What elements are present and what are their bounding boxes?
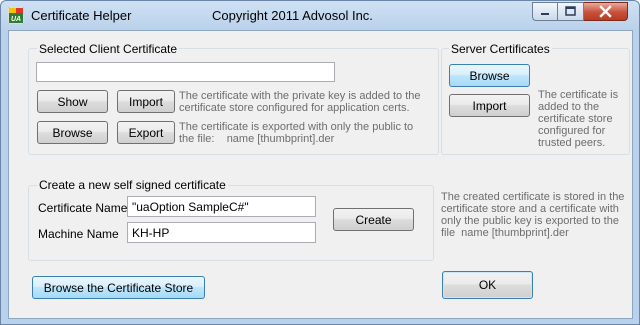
title-bar[interactable]: UA Certificate Helper Copyright 2011 Adv… bbox=[1, 1, 639, 31]
client-certificate-path-field[interactable] bbox=[36, 62, 335, 82]
create-certificate-group-title: Create a new self signed certificate bbox=[37, 178, 228, 192]
browse-certificate-store-button[interactable]: Browse the Certificate Store bbox=[32, 276, 205, 299]
ok-button[interactable]: OK bbox=[442, 271, 533, 299]
copyright-text: Copyright 2011 Advosol Inc. bbox=[212, 8, 373, 23]
machine-name-field[interactable] bbox=[127, 222, 316, 243]
minimize-icon bbox=[541, 13, 549, 15]
maximize-icon bbox=[565, 6, 576, 16]
client-browse-button[interactable]: Browse bbox=[37, 121, 108, 144]
server-browse-button[interactable]: Browse bbox=[449, 64, 530, 87]
client-import-button[interactable]: Import bbox=[117, 90, 175, 113]
machine-name-label: Machine Name bbox=[38, 227, 119, 241]
close-button[interactable] bbox=[584, 2, 628, 21]
maximize-button[interactable] bbox=[558, 2, 584, 21]
certificate-name-label: Certificate Name bbox=[38, 201, 128, 215]
certificate-name-field[interactable] bbox=[127, 196, 316, 217]
client-import-description: The certificate with the private key is … bbox=[179, 90, 421, 114]
main-window: UA Certificate Helper Copyright 2011 Adv… bbox=[0, 0, 640, 325]
server-import-description: The certificate is added to the certific… bbox=[538, 89, 619, 149]
client-area: Selected Client Certificate Show Import … bbox=[8, 30, 633, 319]
export-button[interactable]: Export bbox=[117, 121, 175, 144]
svg-text:UA: UA bbox=[11, 16, 21, 23]
create-button[interactable]: Create bbox=[333, 208, 414, 231]
server-import-button[interactable]: Import bbox=[449, 94, 530, 117]
show-button[interactable]: Show bbox=[37, 90, 108, 113]
create-description: The created certificate is stored in the… bbox=[441, 191, 625, 239]
server-certificates-group-title: Server Certificates bbox=[449, 42, 552, 56]
export-description: The certificate is exported with only th… bbox=[179, 121, 414, 145]
app-icon: UA bbox=[8, 7, 24, 24]
window-title: Certificate Helper bbox=[31, 8, 132, 23]
client-certificate-group-title: Selected Client Certificate bbox=[37, 42, 180, 56]
close-icon bbox=[599, 5, 612, 18]
minimize-button[interactable] bbox=[532, 2, 558, 21]
